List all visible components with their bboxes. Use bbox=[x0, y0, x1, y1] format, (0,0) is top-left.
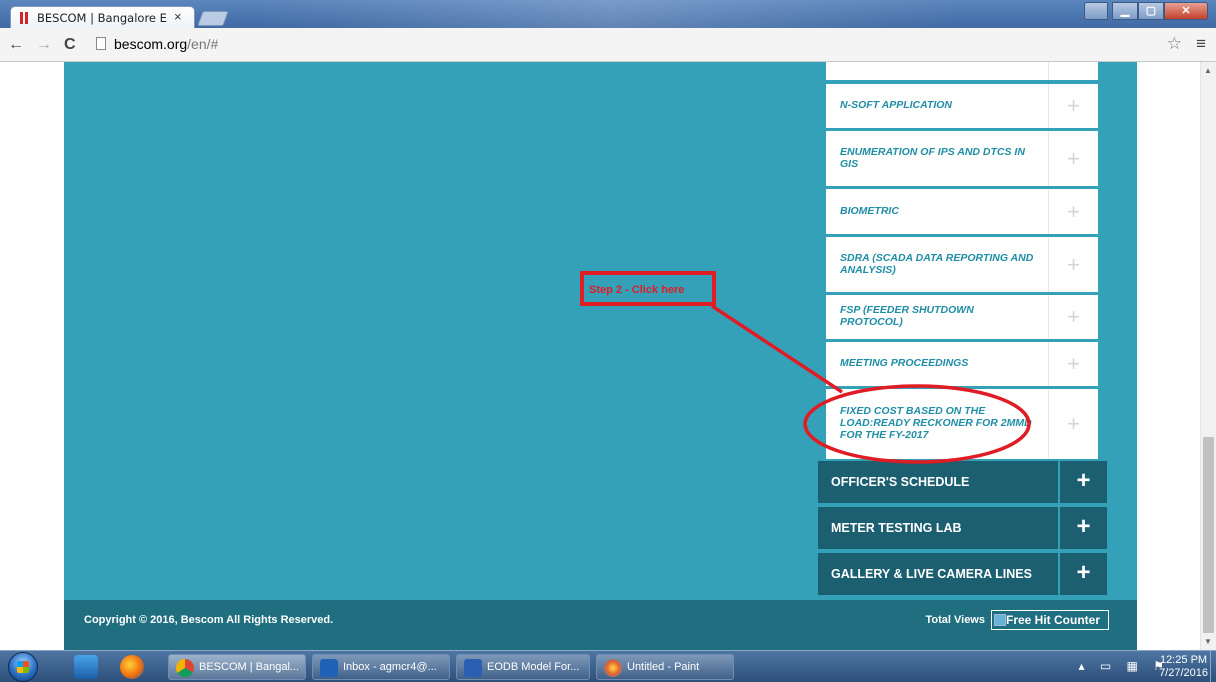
annotation-text: Step 2 - Click here bbox=[589, 284, 685, 296]
scroll-up-arrow-icon[interactable]: ▲ bbox=[1204, 66, 1212, 75]
annotation-callout: Step 2 - Click here bbox=[580, 271, 716, 306]
page-icon bbox=[96, 37, 106, 50]
taskbar-outlook[interactable]: Inbox - agmcr4@... bbox=[312, 654, 450, 680]
media-player-icon[interactable] bbox=[74, 655, 98, 679]
tab-title: BESCOM | Bangalore Elect bbox=[37, 11, 167, 25]
task-label: Untitled - Paint bbox=[627, 661, 700, 673]
profile-icon[interactable] bbox=[1084, 2, 1108, 20]
tab-close-icon[interactable]: × bbox=[174, 9, 182, 24]
browser-tab[interactable]: BESCOM | Bangalore Elect × bbox=[10, 6, 195, 28]
start-button[interactable] bbox=[8, 652, 38, 682]
forward-button[interactable]: → bbox=[36, 36, 52, 54]
show-desktop-button[interactable] bbox=[1210, 651, 1216, 682]
annotation-arrow-line bbox=[711, 304, 843, 394]
paint-icon bbox=[604, 659, 622, 677]
broken-image-icon bbox=[994, 614, 1006, 626]
taskbar-paint[interactable]: Untitled - Paint bbox=[596, 654, 734, 680]
browser-toolbar: ← → C bescom.org/en/# ☆ ≡ bbox=[0, 28, 1216, 62]
task-label: EODB Model For... bbox=[487, 661, 580, 673]
outlook-icon bbox=[320, 659, 338, 677]
taskbar-clock[interactable]: 12:25 PM 7/27/2016 bbox=[1159, 654, 1208, 680]
taskbar-word[interactable]: EODB Model For... bbox=[456, 654, 590, 680]
clock-time: 12:25 PM bbox=[1159, 654, 1208, 666]
system-tray[interactable]: ▴ ▭ ▦ ⚑ bbox=[1079, 659, 1170, 673]
reload-button[interactable]: C bbox=[64, 36, 76, 54]
copyright-text: Copyright © 2016, Bescom All Rights Rese… bbox=[84, 614, 334, 626]
minimize-button[interactable]: ▁ bbox=[1112, 2, 1138, 20]
url-path: /en/# bbox=[187, 36, 219, 52]
url-host: bescom.org bbox=[114, 36, 188, 52]
chrome-menu-icon[interactable]: ≡ bbox=[1196, 34, 1206, 54]
bookmark-star-icon[interactable]: ☆ bbox=[1167, 34, 1182, 54]
hit-counter-image[interactable]: Free Hit Counter bbox=[991, 610, 1109, 630]
annotation-ellipse bbox=[803, 384, 1031, 464]
bescom-favicon-icon bbox=[19, 12, 30, 24]
annotation-overlay bbox=[711, 304, 1031, 464]
window-controls: ▁ ▢ ✕ bbox=[1084, 2, 1208, 22]
new-tab-button[interactable] bbox=[197, 11, 229, 26]
chrome-icon bbox=[176, 659, 194, 677]
page-scrollbar[interactable]: ▲ ▼ bbox=[1200, 62, 1216, 650]
hit-counter-alt: Free Hit Counter bbox=[1006, 613, 1101, 627]
word-icon bbox=[464, 659, 482, 677]
titlebar-glow bbox=[260, 0, 960, 28]
url-text[interactable]: bescom.org/en/# bbox=[114, 36, 218, 52]
scroll-down-arrow-icon[interactable]: ▼ bbox=[1204, 637, 1212, 646]
address-bar[interactable]: bescom.org/en/# bbox=[92, 33, 1164, 57]
taskbar-chrome[interactable]: BESCOM | Bangal... bbox=[168, 654, 306, 680]
scrollbar-thumb[interactable] bbox=[1203, 437, 1214, 633]
page-viewport: N-SOFT APPLICATION + ENUMERATION OF IPS … bbox=[0, 62, 1200, 650]
task-label: BESCOM | Bangal... bbox=[199, 661, 300, 673]
browser-titlebar: BESCOM | Bangalore Elect × ▁ ▢ ✕ bbox=[0, 0, 1216, 28]
task-label: Inbox - agmcr4@... bbox=[343, 661, 437, 673]
total-views-label: Total Views bbox=[925, 614, 985, 626]
windows-taskbar: BESCOM | Bangal... Inbox - agmcr4@... EO… bbox=[0, 650, 1216, 682]
clock-date: 7/27/2016 bbox=[1159, 667, 1208, 679]
back-button[interactable]: ← bbox=[8, 36, 24, 54]
close-window-button[interactable]: ✕ bbox=[1164, 2, 1208, 20]
page-footer: Copyright © 2016, Bescom All Rights Rese… bbox=[64, 600, 1137, 650]
maximize-button[interactable]: ▢ bbox=[1138, 2, 1164, 20]
firefox-icon[interactable] bbox=[120, 655, 144, 679]
